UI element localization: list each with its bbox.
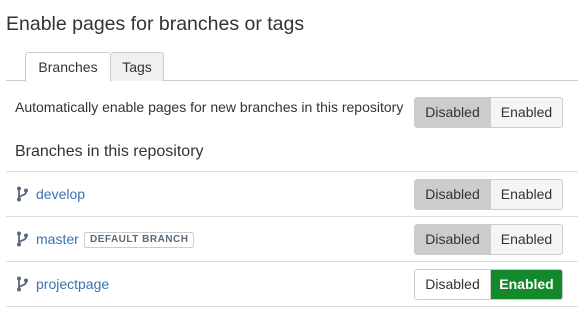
projectpage-disabled-button[interactable]: Disabled <box>415 270 491 299</box>
tab-tags[interactable]: Tags <box>111 52 164 81</box>
branch-icon <box>17 186 28 202</box>
master-enabled-button[interactable]: Enabled <box>491 225 562 254</box>
projectpage-enabled-button[interactable]: Enabled <box>491 270 562 299</box>
tab-bar: Branches Tags <box>6 52 578 82</box>
branch-name-develop[interactable]: develop <box>36 186 85 202</box>
develop-toggle: Disabled Enabled <box>414 179 563 210</box>
branch-name-master[interactable]: master <box>36 231 79 247</box>
branches-heading: Branches in this repository <box>15 143 204 160</box>
master-disabled-button[interactable]: Disabled <box>415 225 491 254</box>
develop-disabled-button[interactable]: Disabled <box>415 180 491 209</box>
page-title: Enable pages for branches or tags <box>6 13 305 35</box>
branch-name-projectpage[interactable]: projectpage <box>36 276 109 292</box>
projectpage-toggle: Disabled Enabled <box>414 269 563 300</box>
page: Enable pages for branches or tags Branch… <box>0 0 578 329</box>
develop-enabled-button[interactable]: Enabled <box>491 180 562 209</box>
divider <box>6 216 578 217</box>
branch-icon <box>17 276 28 292</box>
master-toggle: Disabled Enabled <box>414 224 563 255</box>
auto-enable-toggle: Disabled Enabled <box>414 97 563 128</box>
default-branch-badge: DEFAULT BRANCH <box>84 232 195 248</box>
tab-branches[interactable]: Branches <box>25 52 111 82</box>
divider <box>6 306 578 307</box>
auto-enable-enabled-button[interactable]: Enabled <box>491 98 562 127</box>
auto-enable-disabled-button[interactable]: Disabled <box>415 98 491 127</box>
branch-icon <box>17 231 28 247</box>
divider <box>6 171 578 172</box>
auto-enable-label: Automatically enable pages for new branc… <box>15 99 404 115</box>
divider <box>6 261 578 262</box>
